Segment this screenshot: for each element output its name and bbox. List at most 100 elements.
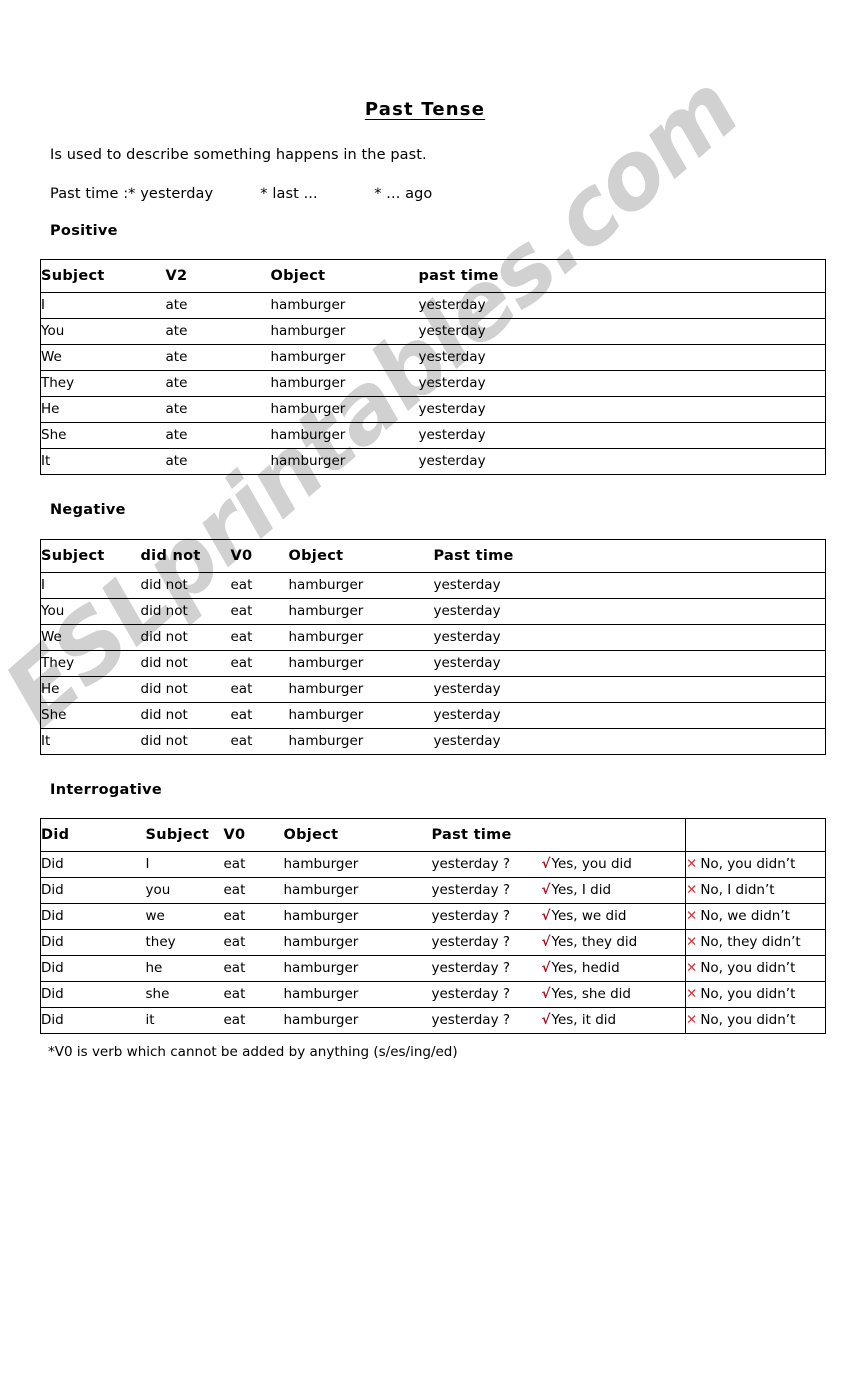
table-cell: Did xyxy=(40,955,146,982)
table-cell: did not xyxy=(140,728,231,755)
table-cell: She xyxy=(40,422,166,449)
table-cell: hamburger xyxy=(288,624,434,651)
table-row: We ate hamburger yesterday xyxy=(40,344,826,371)
cross-icon: ✕ xyxy=(686,960,698,976)
table-cell: yesterday ? xyxy=(431,877,542,904)
negative-answer-text: No, we didn’t xyxy=(700,908,790,924)
table-cell: yesterday xyxy=(433,598,826,625)
table-cell: ✕ No, you didn’t xyxy=(685,851,826,878)
section-heading-negative: Negative xyxy=(50,502,126,518)
cross-icon: ✕ xyxy=(686,934,698,950)
table-cell: did not xyxy=(140,572,231,599)
table-cell: We xyxy=(40,624,141,651)
table-cell: did not xyxy=(140,650,231,677)
check-icon: √ xyxy=(541,882,551,898)
affirmative-answer-text: Yes, she did xyxy=(551,986,631,1002)
table-cell: yesterday ? xyxy=(431,929,542,956)
table-cell: hamburger xyxy=(270,396,419,423)
table-cell: ate xyxy=(165,422,271,449)
table-row: It did not eat hamburger yesterday xyxy=(40,728,826,755)
table-cell: I xyxy=(40,292,166,319)
table-row: They ate hamburger yesterday xyxy=(40,370,826,397)
table-cell: eat xyxy=(230,728,289,755)
table-cell: We xyxy=(40,344,166,371)
table-cell: hamburger xyxy=(288,676,434,703)
negative-answer-text: No, I didn’t xyxy=(700,882,775,898)
table-cell: I xyxy=(40,572,141,599)
table-cell: yesterday xyxy=(418,318,826,345)
table-cell: hamburger xyxy=(283,903,432,930)
table-row: Did we eat hamburger yesterday ? √Yes, we did… xyxy=(40,903,826,930)
table-row: Did she eat hamburger yesterday ? √Yes, she d… xyxy=(40,981,826,1008)
table-cell: It xyxy=(40,728,141,755)
check-icon: √ xyxy=(541,934,551,950)
table-cell: they xyxy=(145,929,224,956)
table-cell: did not xyxy=(140,702,231,729)
table-cell: hamburger xyxy=(283,929,432,956)
negative-answer-text: No, you didn’t xyxy=(700,960,796,976)
section-heading-interrogative: Interrogative xyxy=(50,782,162,798)
table-cell: yesterday ? xyxy=(431,981,542,1008)
negative-answer-text: No, they didn’t xyxy=(700,934,801,950)
table-row: We did not eat hamburger yesterday xyxy=(40,624,826,651)
table-cell: hamburger xyxy=(288,650,434,677)
table-cell: hamburger xyxy=(283,955,432,982)
table-cell: yesterday ? xyxy=(431,903,542,930)
negative-answer-text: No, you didn’t xyxy=(700,1012,796,1028)
table-cell: yesterday xyxy=(418,370,826,397)
table-row: She ate hamburger yesterday xyxy=(40,422,826,449)
table-cell: hamburger xyxy=(288,598,434,625)
intro-description: Is used to describe something happens in… xyxy=(50,147,427,163)
table-cell: √Yes, hedid xyxy=(541,955,686,982)
table-cell: hamburger xyxy=(270,422,419,449)
table-cell: She xyxy=(40,702,141,729)
document-content: Past Tense Is used to describe something… xyxy=(0,0,850,1400)
cross-icon: ✕ xyxy=(686,1012,698,1028)
table-cell: it xyxy=(145,1007,224,1034)
table-row: You ate hamburger yesterday xyxy=(40,318,826,345)
table-cell: yesterday ? xyxy=(431,851,542,878)
table-row: You did not eat hamburger yesterday xyxy=(40,598,826,625)
table-cell: did not xyxy=(140,624,231,651)
table-cell: Did xyxy=(40,981,146,1008)
table-cell: yesterday ? xyxy=(431,955,542,982)
table-cell: eat xyxy=(223,877,284,904)
check-icon: √ xyxy=(541,856,551,872)
table-cell: Did xyxy=(40,929,146,956)
table-cell: ate xyxy=(165,370,271,397)
affirmative-answer-text: Yes, they did xyxy=(551,934,638,950)
table-cell: did not xyxy=(140,676,231,703)
column-header xyxy=(541,818,686,852)
table-cell: she xyxy=(145,981,224,1008)
table-cell: √Yes, I did xyxy=(541,877,686,904)
column-header: past time xyxy=(418,259,826,293)
table-cell: ✕ No, they didn’t xyxy=(685,929,826,956)
table-cell: ✕ No, you didn’t xyxy=(685,1007,826,1034)
table-cell: eat xyxy=(223,929,284,956)
cross-icon: ✕ xyxy=(686,856,698,872)
table-row: They did not eat hamburger yesterday xyxy=(40,650,826,677)
table-cell: eat xyxy=(223,981,284,1008)
column-header: Subject xyxy=(145,818,224,852)
table-cell: hamburger xyxy=(288,728,434,755)
table-cell: √Yes, it did xyxy=(541,1007,686,1034)
column-header: Object xyxy=(283,818,432,852)
table-cell: yesterday xyxy=(418,344,826,371)
table-cell: hamburger xyxy=(288,702,434,729)
table-row: Did they eat hamburger yesterday ? √Yes, they… xyxy=(40,929,826,956)
section-heading-positive: Positive xyxy=(50,223,118,239)
column-header: Past time xyxy=(433,539,826,573)
column-header: Past time xyxy=(431,818,542,852)
check-icon: √ xyxy=(541,960,551,976)
table-cell: ate xyxy=(165,344,271,371)
table-cell: eat xyxy=(230,650,289,677)
table-cell: √Yes, they did xyxy=(541,929,686,956)
table-cell: yesterday ? xyxy=(431,1007,542,1034)
table-cell: yesterday xyxy=(433,572,826,599)
check-icon: √ xyxy=(541,1012,551,1028)
table-cell: did not xyxy=(140,598,231,625)
table-cell: ✕ No, we didn’t xyxy=(685,903,826,930)
table-cell: yesterday xyxy=(433,702,826,729)
table-row: Idid not eat hamburger yesterday xyxy=(40,572,826,599)
table-cell: you xyxy=(145,877,224,904)
